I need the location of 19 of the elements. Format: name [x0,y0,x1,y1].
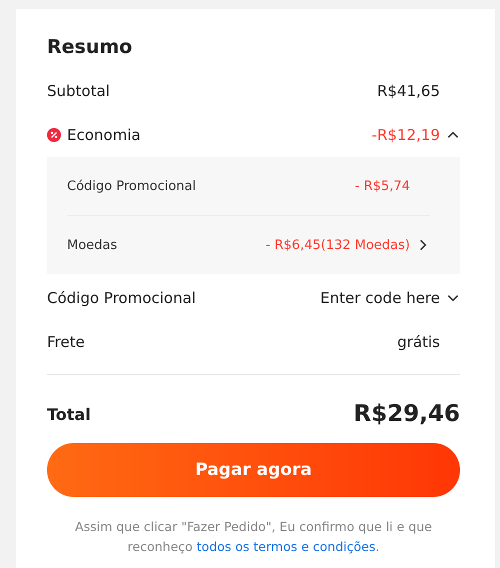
savings-item-value: - R$5,74 [354,178,410,194]
shipping-value: grátis [397,333,440,351]
total-label: Total [47,404,91,424]
savings-value: -R$12,19 [372,126,440,144]
savings-label: Economia [67,126,141,144]
shipping-label: Frete [47,333,85,351]
subtotal-label: Subtotal [47,82,110,100]
promo-code-field[interactable]: Enter code here [300,289,440,307]
subtotal-value: R$41,65 [377,82,440,100]
pay-button[interactable]: Pagar agora [47,443,460,497]
terms-link[interactable]: todos os termos e condições [196,539,376,554]
summary-title: Resumo [47,35,134,60]
savings-item-label: Moedas [67,238,118,252]
savings-item-label: Código Promocional [67,178,196,194]
total-value: R$29,46 [354,401,460,427]
discount-icon [47,128,61,142]
savings-item-value: - R$6,45(132 Moedas) [266,238,410,252]
promo-code-label: Código Promocional [47,289,196,307]
disclaimer-text: Assim que clicar "Fazer Pedido", Eu confirmo que li e que reconheço todos os termos e condições. [74,518,433,556]
